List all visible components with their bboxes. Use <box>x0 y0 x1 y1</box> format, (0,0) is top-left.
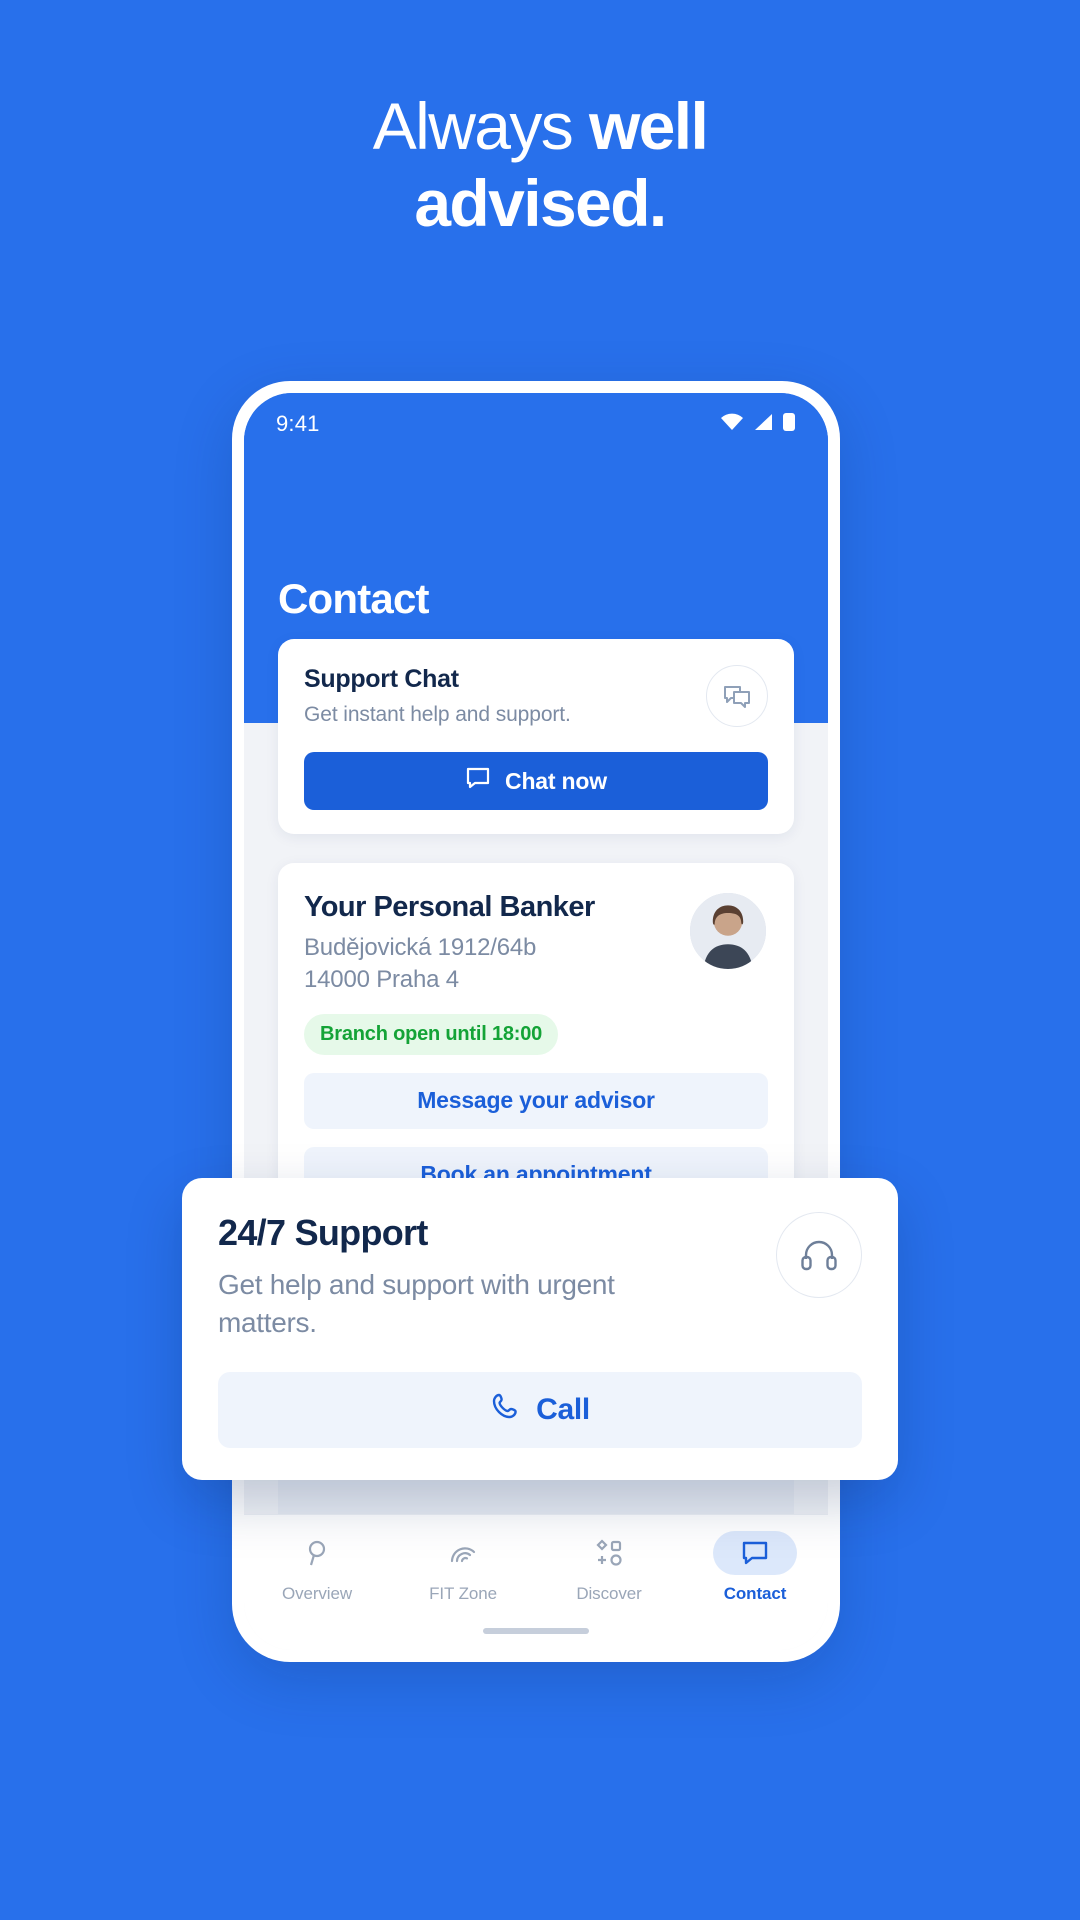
chat-bubble-icon <box>713 1531 797 1575</box>
personal-banker-card: Your Personal Banker Budějovická 1912/64… <box>278 863 794 1229</box>
chat-now-button[interactable]: Chat now <box>304 752 768 810</box>
chat-now-label: Chat now <box>505 767 607 794</box>
status-icons <box>720 412 796 437</box>
nav-item-contact[interactable]: Contact <box>682 1531 828 1604</box>
support-247-card: 24/7 Support Get help and support with u… <box>182 1178 898 1480</box>
support-247-text: 24/7 Support Get help and support with u… <box>218 1212 648 1342</box>
avatar <box>688 891 768 971</box>
phone-icon <box>490 1391 520 1429</box>
branch-status-badge: Branch open until 18:00 <box>304 1013 559 1055</box>
nav-label-discover: Discover <box>576 1584 642 1603</box>
nav-label-contact: Contact <box>723 1584 787 1603</box>
cellular-signal-icon <box>752 413 774 436</box>
headset-icon <box>776 1212 862 1298</box>
support-247-title: 24/7 Support <box>218 1212 428 1253</box>
chat-bubbles-icon <box>706 665 768 727</box>
bottom-navigation: Overview FIT Zone Discover Contact <box>244 1514 828 1650</box>
message-advisor-button[interactable]: Message your advisor <box>304 1072 768 1129</box>
nav-label-overview: Overview <box>281 1584 353 1603</box>
overview-icon <box>275 1531 359 1575</box>
status-bar: 9:41 <box>244 393 828 455</box>
battery-icon <box>782 412 796 437</box>
chat-bubble-icon <box>465 766 491 796</box>
status-time: 9:41 <box>276 411 320 436</box>
hero-line1-regular: Always <box>372 89 589 163</box>
hero-headline: Always well advised. <box>0 88 1080 241</box>
support-chat-card: Support Chat Get instant help and suppor… <box>278 639 794 834</box>
nav-item-discover[interactable]: Discover <box>536 1531 682 1604</box>
banker-address-line2: 14000 Praha 4 <box>304 965 459 993</box>
call-button[interactable]: Call <box>218 1371 862 1448</box>
support-247-head: 24/7 Support Get help and support with u… <box>218 1212 862 1342</box>
support-chat-title: Support Chat <box>304 665 459 693</box>
home-indicator <box>483 1628 589 1634</box>
hero-line2: advised. <box>414 165 667 240</box>
nav-label-fit-zone: FIT Zone <box>429 1584 497 1603</box>
nav-item-fit-zone[interactable]: FIT Zone <box>390 1531 536 1604</box>
nav-item-overview[interactable]: Overview <box>244 1531 390 1604</box>
support-chat-head: Support Chat Get instant help and suppor… <box>304 665 768 727</box>
hero-line1-bold: well <box>588 89 709 163</box>
support-chat-text: Support Chat Get instant help and suppor… <box>304 665 571 727</box>
support-chat-subtitle: Get instant help and support. <box>304 703 571 726</box>
wifi-icon <box>720 413 744 436</box>
call-label: Call <box>536 1392 590 1426</box>
support-247-subtitle: Get help and support with urgent matters… <box>218 1269 615 1338</box>
fit-zone-icon <box>421 1531 505 1575</box>
discover-icon <box>567 1531 651 1575</box>
